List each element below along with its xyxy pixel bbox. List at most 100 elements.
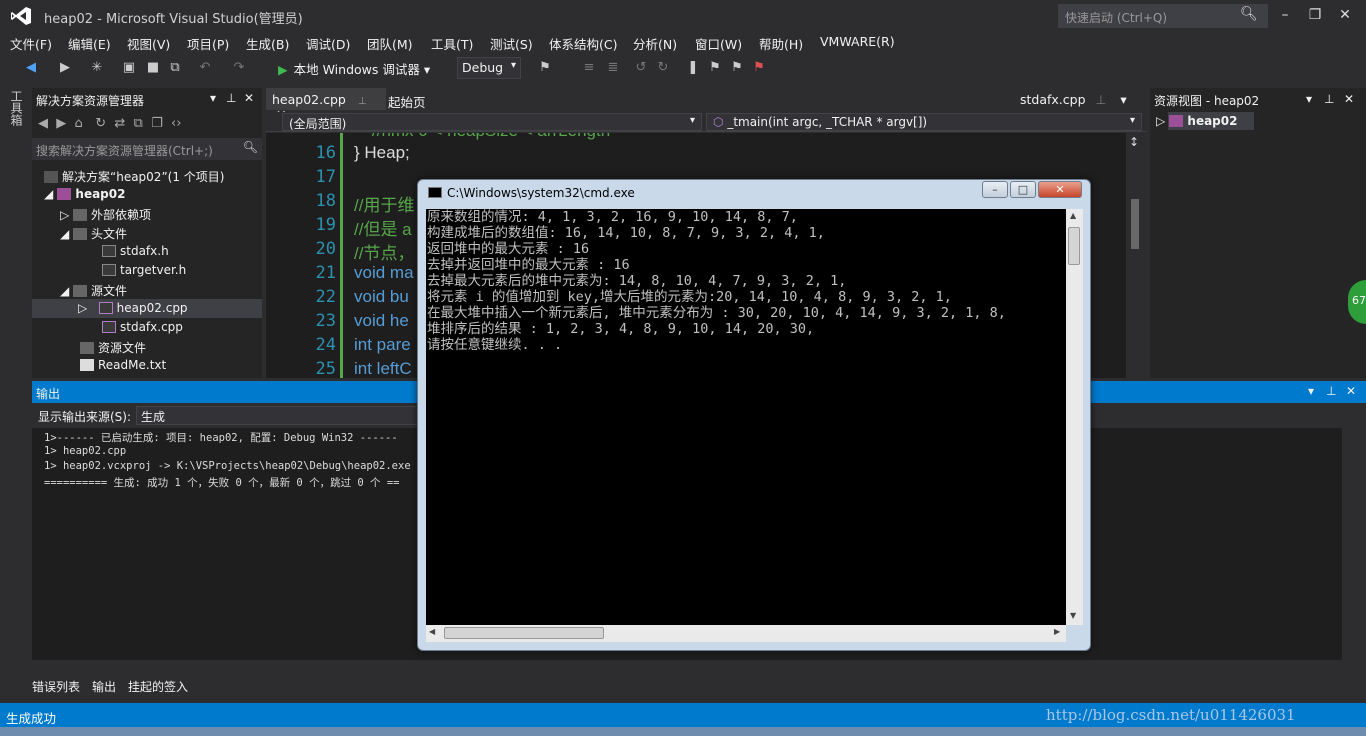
chevron-down-icon[interactable]: ▾ bbox=[210, 91, 216, 105]
menu-architecture[interactable]: 体系结构(C) bbox=[549, 34, 617, 53]
tree-item-label: stdafx.h bbox=[120, 244, 169, 258]
tree-item-resources[interactable]: 资源文件 bbox=[80, 339, 146, 356]
show-all-icon[interactable]: ❐ bbox=[151, 116, 163, 131]
tree-item-stdafx-h[interactable]: stdafx.h bbox=[102, 244, 169, 258]
cmd-minimize-button[interactable]: – bbox=[982, 181, 1008, 198]
tree-item-external-deps[interactable]: ▷ 外部依赖项 bbox=[60, 206, 151, 223]
next-bookmark-icon[interactable]: ⚑ bbox=[728, 60, 746, 75]
tab-stdafx-cpp[interactable]: stdafx.cpp ⊥ ▾ bbox=[1020, 92, 1127, 107]
menu-edit[interactable]: 编辑(E) bbox=[68, 34, 111, 53]
cmd-window[interactable]: C:\Windows\system32\cmd.exe – □ ✕ 原来数组的情… bbox=[417, 179, 1091, 651]
function-icon: ⬡ bbox=[713, 115, 724, 129]
menu-file[interactable]: 文件(F) bbox=[10, 34, 52, 53]
tree-item-solution[interactable]: 解决方案“heap02”(1 个项目) bbox=[44, 168, 224, 185]
start-debug-button[interactable]: ▶ 本地 Windows 调试器 ▾ bbox=[278, 59, 430, 78]
pin-icon[interactable]: ⊥ bbox=[1326, 384, 1336, 398]
cmd-vertical-scrollbar[interactable]: ▲ ▼ bbox=[1066, 209, 1083, 625]
function-dropdown[interactable]: ⬡ _tmain(int argc, _TCHAR * argv[]) ▾ bbox=[706, 113, 1142, 131]
forward-icon[interactable]: ▶ bbox=[56, 60, 74, 75]
tree-item-project[interactable]: ◢ heap02 bbox=[44, 187, 125, 201]
menu-build[interactable]: 生成(B) bbox=[246, 34, 289, 53]
menu-analyze[interactable]: 分析(N) bbox=[633, 34, 677, 53]
menu-debug[interactable]: 调试(D) bbox=[306, 34, 350, 53]
tree-item-stdafx-cpp[interactable]: stdafx.cpp bbox=[102, 320, 183, 334]
menu-window[interactable]: 窗口(W) bbox=[695, 34, 742, 53]
chevron-down-icon[interactable]: ▾ bbox=[1120, 92, 1126, 107]
tab-output[interactable]: 输出 bbox=[92, 678, 116, 695]
forward-icon[interactable]: ▶ bbox=[56, 116, 66, 131]
search-icon[interactable]: 🔍︎ bbox=[243, 140, 258, 154]
sync-icon[interactable]: ↻ bbox=[95, 116, 106, 131]
close-icon[interactable]: ✕ bbox=[1344, 92, 1354, 106]
menu-tools[interactable]: 工具(T) bbox=[431, 34, 473, 53]
tree-item-sources[interactable]: ◢ 源文件 bbox=[60, 282, 127, 299]
redo-icon[interactable]: ↷ bbox=[230, 60, 248, 75]
scrollbar-thumb[interactable] bbox=[444, 627, 604, 639]
pin-icon[interactable]: ⊥ bbox=[358, 96, 367, 107]
quick-launch-input[interactable]: 快速启动 (Ctrl+Q) bbox=[1058, 4, 1268, 28]
resource-tree-root[interactable]: ▷ heap02 bbox=[1156, 114, 1237, 128]
pin-icon[interactable]: ⊥ bbox=[226, 91, 236, 105]
cmd-close-button[interactable]: ✕ bbox=[1038, 181, 1082, 198]
scroll-up-icon[interactable]: ▲ bbox=[1070, 211, 1076, 220]
search-icon[interactable]: 🔍︎ bbox=[1240, 6, 1258, 22]
close-button[interactable]: ✕ bbox=[1332, 4, 1358, 26]
cmd-horizontal-scrollbar[interactable]: ◀ ▶ bbox=[426, 625, 1066, 642]
back-icon[interactable]: ◀ bbox=[22, 60, 40, 75]
menu-help[interactable]: 帮助(H) bbox=[759, 34, 803, 53]
tree-item-headers[interactable]: ◢ 头文件 bbox=[60, 225, 127, 242]
pin-icon[interactable]: ⊥ bbox=[1096, 92, 1107, 107]
chevron-down-icon: ▾ bbox=[510, 60, 516, 71]
menu-project[interactable]: 项目(P) bbox=[187, 34, 229, 53]
new-project-icon[interactable]: ✳ bbox=[88, 60, 106, 75]
output-vertical-scrollbar[interactable] bbox=[1342, 428, 1358, 660]
chevron-down-icon[interactable]: ▾ bbox=[1306, 92, 1312, 106]
scroll-right-icon[interactable]: ▶ bbox=[1054, 627, 1060, 636]
clear-bookmarks-icon[interactable]: ⚑ bbox=[750, 60, 768, 75]
editor-vertical-scrollbar[interactable]: ↕ bbox=[1126, 133, 1144, 378]
tab-error-list[interactable]: 错误列表 bbox=[32, 678, 80, 695]
console-output[interactable]: 原来数组的情况: 4, 1, 3, 2, 16, 9, 10, 14, 8, 7… bbox=[426, 209, 1066, 625]
output-source-dropdown[interactable]: 生成 bbox=[136, 406, 426, 425]
prev-bookmark-icon[interactable]: ⚑ bbox=[706, 60, 724, 75]
back-icon[interactable]: ◀ bbox=[38, 116, 48, 131]
scope-dropdown[interactable]: (全局范围) ▾ bbox=[282, 113, 702, 131]
save-all-icon[interactable]: ⧉ bbox=[166, 60, 184, 75]
tab-heap02-cpp[interactable]: heap02.cpp ⊥ ✕ bbox=[266, 88, 386, 122]
configuration-dropdown[interactable]: Debug ▾ bbox=[457, 57, 521, 79]
pin-icon[interactable]: ⊥ bbox=[1324, 92, 1334, 106]
scrollbar-thumb[interactable] bbox=[1068, 227, 1080, 265]
tree-item-readme[interactable]: ReadMe.txt bbox=[80, 358, 166, 372]
solution-search-input[interactable]: 搜索解决方案资源管理器(Ctrl+;) 🔍︎ bbox=[32, 138, 262, 160]
scroll-down-icon[interactable]: ▼ bbox=[1070, 611, 1076, 620]
scroll-left-icon[interactable]: ◀ bbox=[429, 627, 435, 636]
close-icon[interactable]: ✕ bbox=[244, 91, 254, 105]
open-file-icon[interactable]: ▣ bbox=[120, 60, 138, 75]
scrollbar-thumb[interactable] bbox=[1131, 199, 1139, 249]
tree-item-targetver-h[interactable]: targetver.h bbox=[102, 263, 186, 277]
chevron-down-icon[interactable]: ▾ bbox=[1308, 384, 1314, 398]
output-horizontal-scrollbar[interactable] bbox=[32, 660, 1342, 674]
code-line: void he bbox=[354, 311, 409, 330]
bookmark-icon[interactable]: ❚ bbox=[684, 60, 702, 75]
minimize-button[interactable]: – bbox=[1272, 4, 1298, 26]
maximize-button[interactable]: ❐ bbox=[1302, 4, 1328, 26]
menu-test[interactable]: 测试(S) bbox=[490, 34, 533, 53]
split-icon[interactable]: ↕ bbox=[1129, 135, 1139, 149]
close-icon[interactable]: ✕ bbox=[1346, 384, 1356, 398]
tab-start-page[interactable]: 起始页 bbox=[388, 92, 426, 111]
collapse-all-icon[interactable]: ⧉ bbox=[134, 116, 143, 131]
refresh-icon[interactable]: ⇄ bbox=[114, 116, 125, 131]
menu-team[interactable]: 团队(M) bbox=[367, 34, 413, 53]
code-icon[interactable]: ‹› bbox=[171, 116, 181, 131]
tree-item-heap02-cpp[interactable]: ▷ heap02.cpp bbox=[78, 301, 188, 315]
save-icon[interactable]: ■ bbox=[144, 60, 162, 75]
home-icon[interactable]: ⌂ bbox=[75, 116, 83, 131]
menu-vmware[interactable]: VMWARE(R) bbox=[820, 34, 895, 49]
undo-icon[interactable]: ↶ bbox=[196, 60, 214, 75]
menu-view[interactable]: 视图(V) bbox=[127, 34, 170, 53]
tab-pending-checkins[interactable]: 挂起的签入 bbox=[128, 678, 188, 695]
cmd-maximize-button[interactable]: □ bbox=[1010, 181, 1036, 198]
attach-icon[interactable]: ⚑ bbox=[536, 60, 554, 75]
toolbox-dock-tab[interactable]: 工具箱 bbox=[0, 86, 30, 386]
